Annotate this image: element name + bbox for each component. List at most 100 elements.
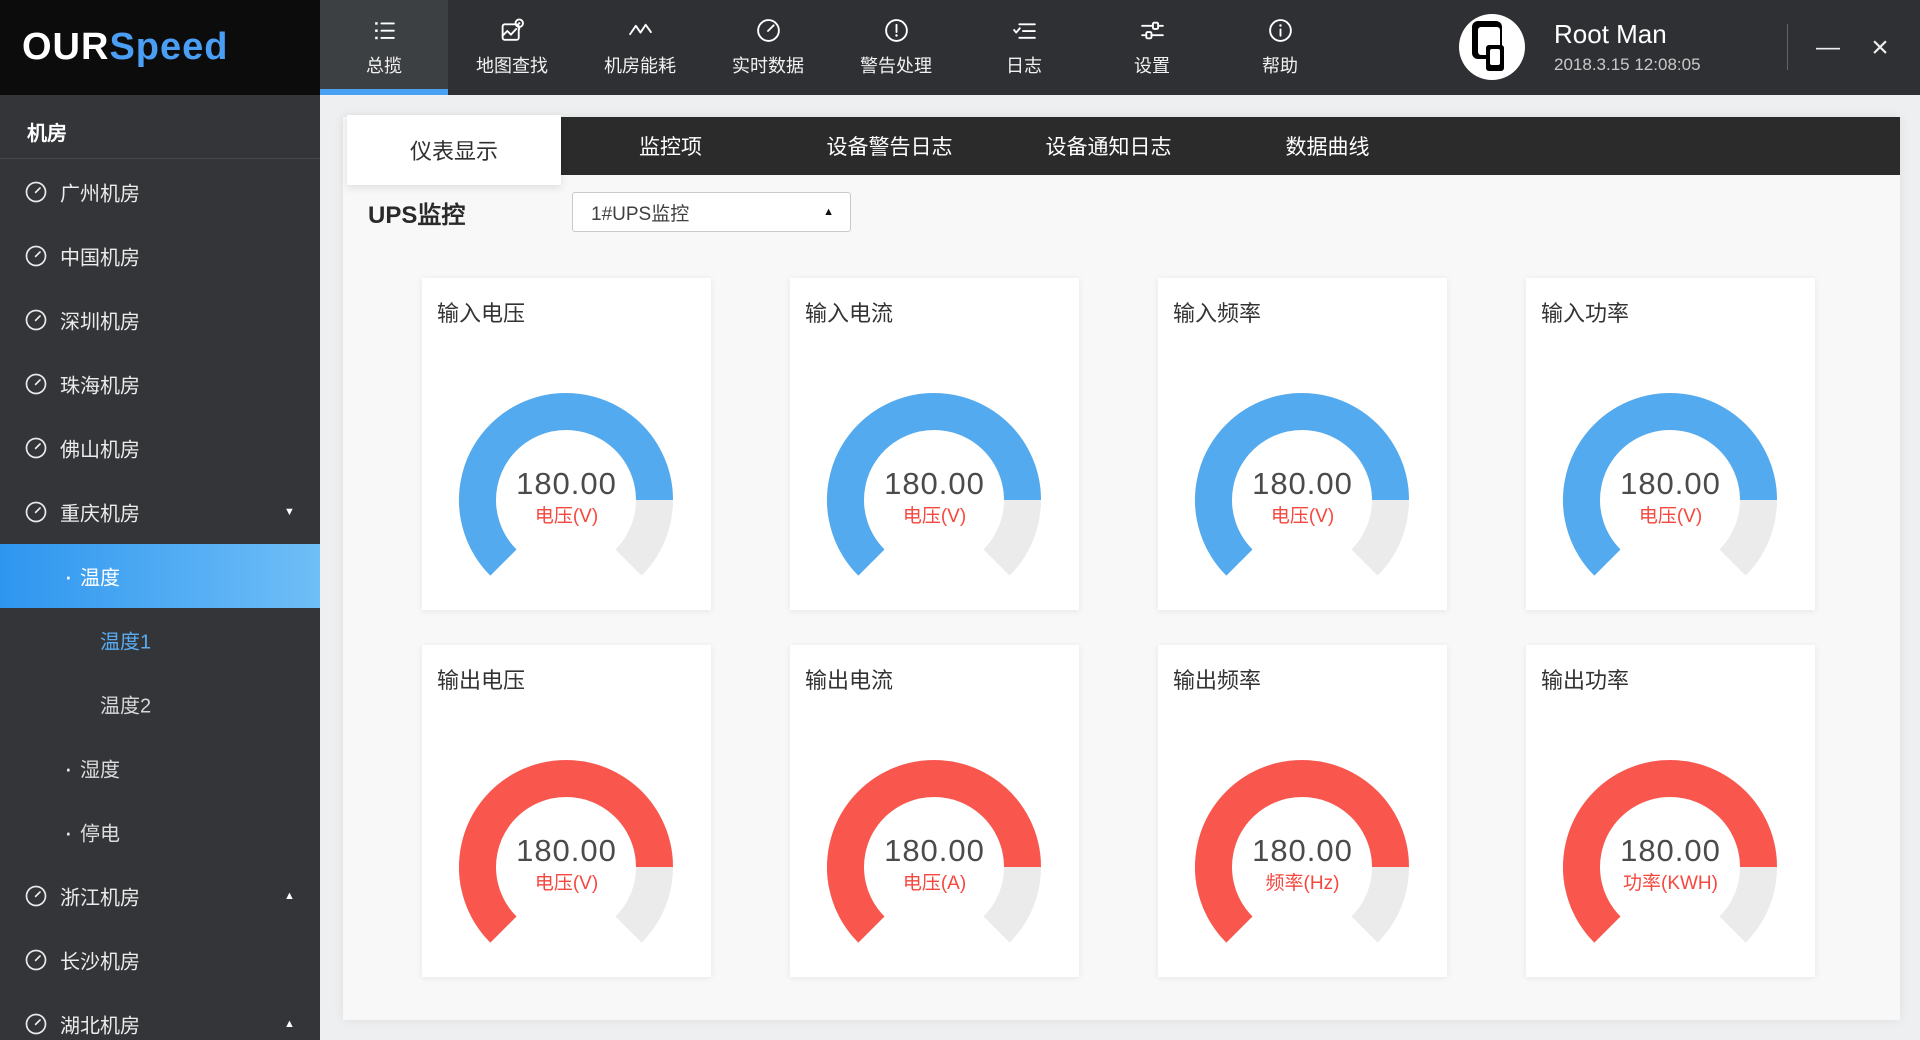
gauge-value: 180.00 [790,833,1079,869]
topnav-label: 总揽 [366,52,402,78]
gauge-value: 180.00 [790,466,1079,502]
topnav-label: 地图查找 [476,52,548,78]
gauge-card-input-current: 输入电流 180.00 电压(V) [790,278,1079,610]
gauge-card-input-voltage: 输入电压 180.00 电压(V) [422,278,711,610]
topnav-label: 警告处理 [860,52,932,78]
gauge-unit: 频率(Hz) [1158,868,1447,895]
gauge-card-output-power: 输出功率 180.00 功率(KWH) [1526,645,1815,977]
sidebar-item-label: 中国机房 [60,242,140,271]
tab-device-warning-log[interactable]: 设备警告日志 [780,117,999,175]
user-avatar[interactable] [1459,14,1525,80]
sidebar-item-label: 温度2 [100,690,151,719]
tab-label: 数据曲线 [1286,131,1370,161]
gauge-unit: 电压(V) [790,501,1079,528]
topnav-label: 实时数据 [732,52,804,78]
gauge-unit: 电压(V) [422,868,711,895]
log-list-icon [1011,17,1038,44]
topnav-item-realtime-data[interactable]: 实时数据 [704,0,832,95]
gauge-card-title: 输出电压 [437,663,525,695]
sidebar-item-zhuhai[interactable]: 珠海机房 [0,352,320,416]
sidebar-item-chongqing[interactable]: 重庆机房 ▼ [0,480,320,544]
gauge-value: 180.00 [422,466,711,502]
gauge-card-title: 输入电压 [437,296,525,328]
sidebar-item-label: 湖北机房 [60,1010,140,1039]
speedometer-icon [755,17,782,44]
sidebar-item-foshan[interactable]: 佛山机房 [0,416,320,480]
info-circle-icon [1267,17,1294,44]
gauge-card-grid: 输入电压 180.00 电压(V) 输入电流 180.00 电压(V) 输入频率 [422,278,1815,977]
room-gauge-icon [23,947,49,973]
room-gauge-icon [23,1011,49,1037]
sliders-icon [1139,17,1166,44]
gauge-unit: 电压(A) [790,868,1079,895]
tab-device-notify-log[interactable]: 设备通知日志 [999,117,1218,175]
room-gauge-icon [23,435,49,461]
close-icon: × [1871,31,1889,65]
topnav-label: 机房能耗 [604,52,676,78]
sidebar-subitem-humidity[interactable]: · 湿度 [0,736,320,800]
list-icon [371,17,398,44]
sidebar-item-guangzhou[interactable]: 广州机房 [0,160,320,224]
gauge-card-input-power: 输入功率 180.00 电压(V) [1526,278,1815,610]
sidebar-item-label: 湿度 [80,754,120,783]
gauge-card-input-frequency: 输入频率 180.00 电压(V) [1158,278,1447,610]
topnav-label: 设置 [1134,52,1170,78]
topnav-item-settings[interactable]: 设置 [1088,0,1216,95]
gauge-card-output-voltage: 输出电压 180.00 电压(V) [422,645,711,977]
sidebar-item-label: 深圳机房 [60,306,140,335]
sidebar-item-zhejiang[interactable]: 浙江机房 ▲ [0,864,320,928]
close-button[interactable]: × [1858,0,1902,95]
sidebar-item-label: 佛山机房 [60,434,140,463]
tab-label: 监控项 [639,131,702,161]
chevron-up-icon: ▲ [284,1018,295,1030]
gauge-card-title: 输入电流 [805,296,893,328]
topnav-item-alerts[interactable]: 警告处理 [832,0,960,95]
topnav-label: 帮助 [1262,52,1298,78]
user-name: Root Man [1554,19,1667,50]
room-gauge-icon [23,499,49,525]
room-gauge-icon [23,243,49,269]
gauge-unit: 电压(V) [422,501,711,528]
topnav-label: 日志 [1006,52,1042,78]
map-search-icon [499,17,526,44]
sidebar-item-label: 浙江机房 [60,882,140,911]
room-gauge-icon [23,883,49,909]
top-nav: 总揽 地图查找 机房能耗 实时数据 [320,0,1344,95]
sidebar-subitem-power-outage[interactable]: · 停电 [0,800,320,864]
dropdown-selected-value: 1#UPS监控 [591,199,689,226]
sidebar-item-label: 长沙机房 [60,946,140,975]
sidebar-item-shenzhen[interactable]: 深圳机房 [0,288,320,352]
main-panel: 仪表显示 监控项 设备警告日志 设备通知日志 数据曲线 UPS监控 1#UPS监… [343,117,1900,1020]
topnav-item-logs[interactable]: 日志 [960,0,1088,95]
topnav-item-overview[interactable]: 总揽 [320,0,448,95]
topnav-item-energy[interactable]: 机房能耗 [576,0,704,95]
gauge-unit: 电压(V) [1526,501,1815,528]
room-gauge-icon [23,371,49,397]
sidebar-subitem-temperature-1[interactable]: 温度1 [0,608,320,672]
room-gauge-icon [23,179,49,205]
tab-monitoring-items[interactable]: 监控项 [561,117,780,175]
sidebar: 机房 广州机房 中国机房 深圳机房 珠海机房 佛山机房 重庆机房 ▼ · 温度 … [0,95,320,1040]
tab-gauge-display[interactable]: 仪表显示 [347,115,561,185]
topbar-divider [1787,24,1788,70]
sidebar-subitem-temperature[interactable]: · 温度 [0,544,320,608]
tab-data-curves[interactable]: 数据曲线 [1218,117,1437,175]
tab-bar: 监控项 设备警告日志 设备通知日志 数据曲线 [561,117,1900,175]
sidebar-subitem-temperature-2[interactable]: 温度2 [0,672,320,736]
sidebar-item-china[interactable]: 中国机房 [0,224,320,288]
topnav-item-map-search[interactable]: 地图查找 [448,0,576,95]
gauge-card-output-frequency: 输出频率 180.00 频率(Hz) [1158,645,1447,977]
tab-label: 仪表显示 [410,134,498,166]
ups-select-dropdown[interactable]: 1#UPS监控 ▲ [572,192,851,232]
gauge-card-title: 输入频率 [1173,296,1261,328]
sidebar-item-hubei[interactable]: 湖北机房 ▲ [0,992,320,1040]
logo-text-accent: Speed [109,26,228,69]
gauge-card-output-current: 输出电流 180.00 电压(A) [790,645,1079,977]
topnav-item-help[interactable]: 帮助 [1216,0,1344,95]
sidebar-item-label: 广州机房 [60,178,140,207]
minimize-button[interactable]: — [1806,0,1850,95]
sidebar-item-changsha[interactable]: 长沙机房 [0,928,320,992]
top-bar: OURSpeed 总揽 地图查找 机房能耗 [0,0,1920,95]
sidebar-item-label: 温度 [80,562,120,591]
room-gauge-icon [23,307,49,333]
